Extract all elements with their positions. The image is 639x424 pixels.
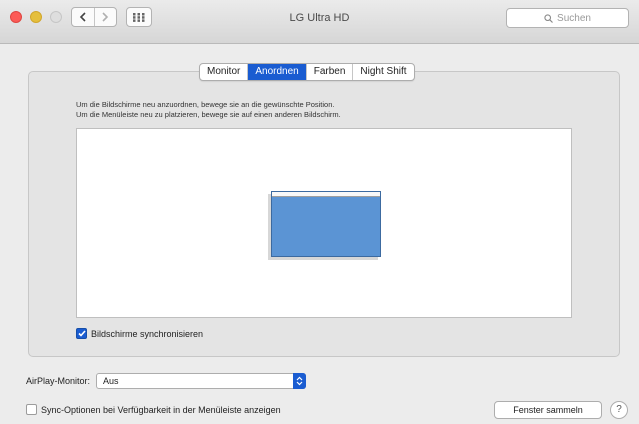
sync-options-checkbox[interactable] — [26, 404, 37, 415]
sync-options-row: Sync-Optionen bei Verfügbarkeit in der M… — [26, 404, 281, 415]
tab-anordnen[interactable]: Anordnen — [247, 64, 306, 80]
display-arrangement-area[interactable] — [76, 128, 572, 318]
airplay-row: AirPlay-Monitor: Aus — [26, 373, 307, 389]
search-icon — [544, 13, 553, 23]
title-bar: LG Ultra HD Suchen — [0, 0, 639, 44]
arrangement-panel: Um die Bildschirme neu anzuordnen, beweg… — [28, 71, 620, 357]
preferences-window: LG Ultra HD Suchen Monitor Anordnen Farb… — [0, 0, 639, 424]
mirror-displays-label[interactable]: Bildschirme synchronisieren — [91, 329, 203, 339]
airplay-popup[interactable]: Aus — [96, 373, 307, 389]
airplay-label: AirPlay-Monitor: — [26, 376, 91, 386]
tab-night-shift[interactable]: Night Shift — [352, 64, 413, 80]
sync-options-label[interactable]: Sync-Optionen bei Verfügbarkeit in der M… — [41, 405, 281, 415]
airplay-value: Aus — [103, 376, 119, 386]
menu-bar-indicator[interactable] — [272, 192, 380, 197]
display-thumbnail[interactable] — [271, 191, 381, 257]
instruction-line-1: Um die Bildschirme neu anzuordnen, beweg… — [76, 100, 335, 109]
checkmark-icon — [77, 330, 86, 337]
mirror-displays-row: Bildschirme synchronisieren — [76, 328, 203, 339]
popup-arrows-icon — [293, 373, 307, 389]
tab-farben[interactable]: Farben — [305, 64, 353, 80]
search-field[interactable]: Suchen — [506, 8, 629, 28]
mirror-displays-checkbox[interactable] — [76, 328, 87, 339]
tab-bar: Monitor Anordnen Farben Night Shift — [199, 63, 415, 81]
gather-windows-button[interactable]: Fenster sammeln — [494, 401, 602, 419]
search-placeholder: Suchen — [557, 12, 591, 24]
arrangement-instructions: Um die Bildschirme neu anzuordnen, beweg… — [76, 100, 341, 120]
help-button[interactable]: ? — [610, 401, 628, 419]
tab-monitor[interactable]: Monitor — [200, 64, 247, 80]
instruction-line-2: Um die Menüleiste neu zu platzieren, bew… — [76, 110, 341, 119]
